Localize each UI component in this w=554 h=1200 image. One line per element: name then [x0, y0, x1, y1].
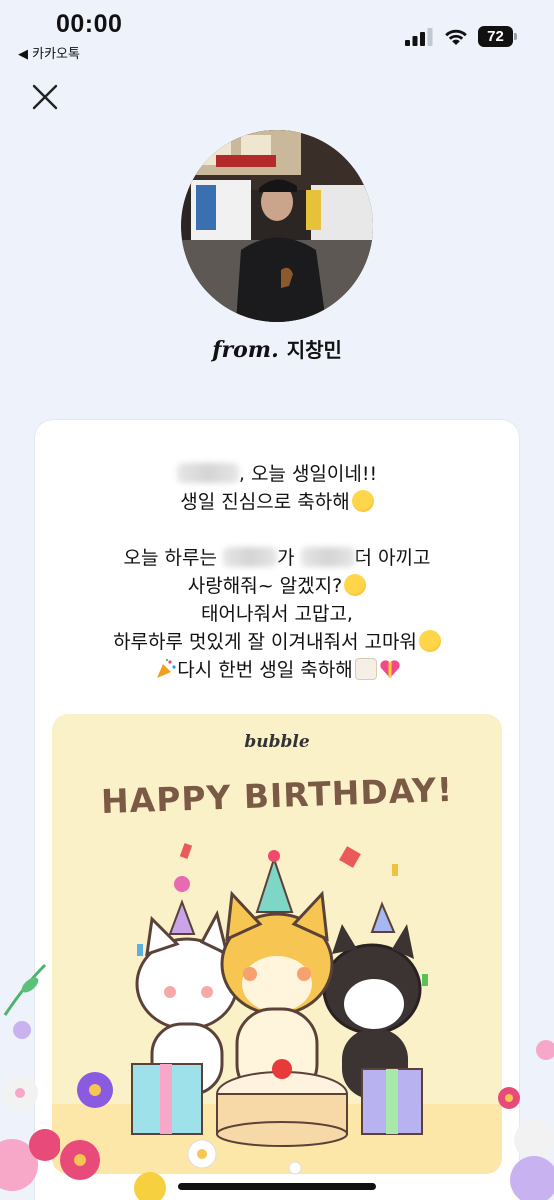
- message-line: 오늘 하루는 가 더 아끼고: [123, 547, 431, 569]
- from-label: from.: [212, 337, 279, 363]
- message-line: , 오늘 생일이네!!: [35, 460, 519, 488]
- redacted-name: [176, 463, 239, 483]
- message-body: , 오늘 생일이네!! 생일 진심으로 축하해 오늘 하루는 가 더 아끼고 사…: [35, 460, 519, 684]
- heart-with-ribbon-icon: [380, 660, 400, 678]
- flower-decoration-right: [498, 1040, 554, 1200]
- battery-level: 72: [478, 26, 513, 47]
- smiling-face-with-hearts-icon: [344, 574, 367, 596]
- message-line: 하루하루 멋있게 잘 이겨내줘서 고마워: [35, 628, 519, 656]
- bubble-logo: bubble: [244, 732, 310, 752]
- battery-icon: 72: [478, 26, 518, 47]
- flower-decoration-left: [0, 963, 60, 1191]
- profile-avatar: [181, 130, 373, 322]
- message-line: 태어나줘서 고맙고,: [201, 603, 353, 625]
- wifi-icon: [445, 29, 467, 45]
- signal-icon: [405, 28, 433, 46]
- birthday-title: HAPPY BIRTHDAY!: [100, 769, 454, 822]
- message-line: 다시 한번 생일 축하해: [35, 656, 519, 684]
- back-to-app-link[interactable]: ◀ 카카오톡: [18, 43, 80, 62]
- home-indicator[interactable]: [178, 1183, 376, 1190]
- close-icon[interactable]: [30, 82, 60, 112]
- birthday-cake-icon: [354, 658, 377, 680]
- redacted-name: [300, 547, 355, 567]
- status-time: 00:00: [56, 10, 123, 38]
- message-line: 생일 진심으로 축하해: [35, 488, 519, 516]
- party-popper-icon: [157, 658, 176, 678]
- redacted-name: [222, 547, 277, 567]
- partying-face-icon: [351, 490, 374, 512]
- sender-name: 지창민: [286, 338, 342, 362]
- status-bar: 00:00 ◀ 카카오톡 72: [0, 0, 554, 62]
- smiling-face-icon: [418, 630, 441, 652]
- flower-decoration-left-2: [60, 1072, 113, 1180]
- from-line: from. 지창민: [0, 334, 554, 363]
- flower-decoration-bottom: [134, 1161, 302, 1200]
- message-line: 사랑해줘~ 알겠지?: [35, 572, 519, 600]
